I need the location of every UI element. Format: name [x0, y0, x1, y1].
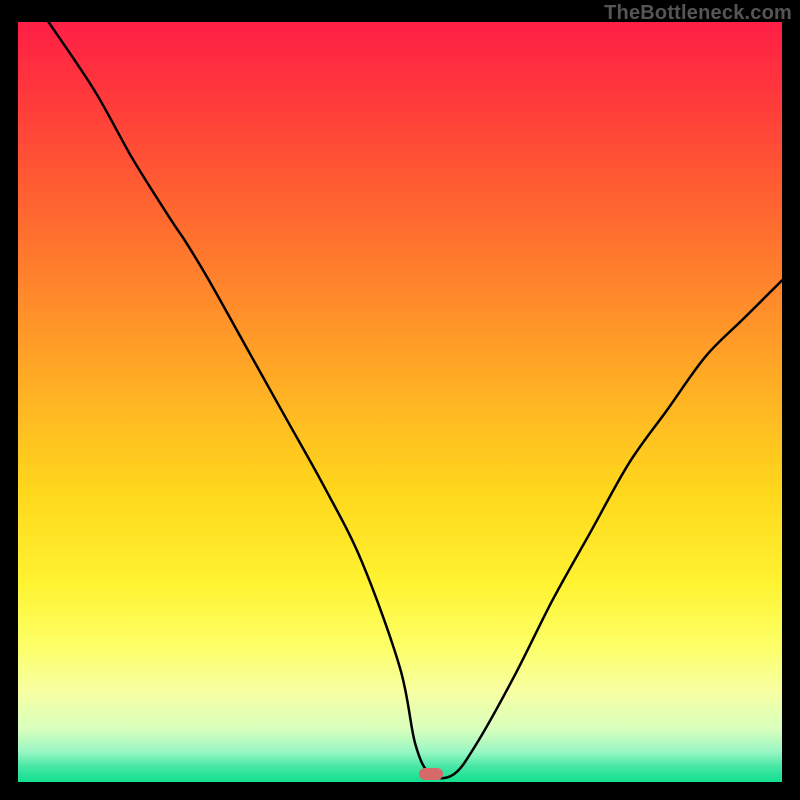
watermark-label: TheBottleneck.com	[604, 2, 792, 25]
bottleneck-curve	[49, 22, 782, 778]
plot-area	[18, 22, 782, 782]
chart-frame: TheBottleneck.com	[0, 0, 800, 800]
curve-layer	[18, 22, 782, 782]
optimum-marker	[419, 768, 443, 780]
